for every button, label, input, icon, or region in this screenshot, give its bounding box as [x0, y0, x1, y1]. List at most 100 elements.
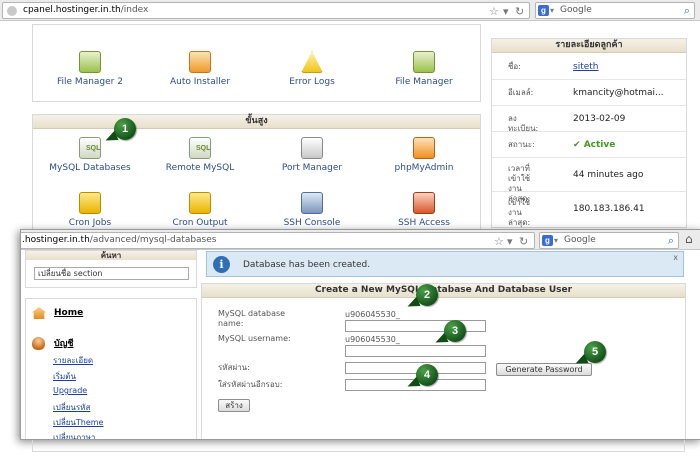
sidebar-item-home[interactable]: Home — [32, 307, 83, 319]
password-label: รหัสผ่าน: — [218, 363, 250, 372]
create-database-form: Create a New MySQL Database And Database… — [201, 283, 686, 439]
ssh-access-icon — [413, 192, 435, 214]
tool-ssh-access[interactable]: SSH Access — [379, 192, 469, 228]
step-badge-4: 4 — [416, 364, 438, 386]
sidebar-search-box: ค้นหา เปลี่ยนชื่อ section — [25, 250, 197, 288]
info-row-last-ip: เข้าใช้งานล่าสุด: 180.183.186.41 — [508, 198, 645, 227]
url-host: .hostinger.in.th — [22, 235, 90, 245]
search-engine-dropdown-icon[interactable]: ▾ — [550, 4, 554, 18]
search-icon[interactable]: ⌕ — [668, 234, 674, 248]
tool-remote-mysql[interactable]: SQL Remote MySQL — [155, 137, 245, 173]
success-alert: i Database has been created. x — [206, 251, 684, 277]
info-row-name: ชื่อ: siteth — [492, 54, 686, 80]
sidebar-link-change-password[interactable]: เปลี่ยนรหัส — [53, 401, 90, 414]
sidebar-link-upgrade[interactable]: Upgrade — [53, 386, 87, 395]
confirm-password-label: ใส่รหัสผ่านอีกรอบ: — [218, 380, 283, 389]
tool-error-logs[interactable]: Error Logs — [267, 51, 357, 87]
user-icon — [32, 336, 45, 350]
file-manager-icon — [79, 51, 101, 73]
dropdown-arrow-icon[interactable]: ▾ — [503, 5, 509, 19]
tool-mysql-databases[interactable]: SQL MySQL Databases — [45, 137, 135, 173]
sidebar: ค้นหา เปลี่ยนชื่อ section Home บัญชี ราย… — [21, 250, 197, 439]
back-address-bar[interactable]: cpanel.hostinger.in.th/index ☆ ▾ ↻ — [2, 2, 530, 19]
step-badge-2: 2 — [416, 284, 438, 306]
section-search-input[interactable]: เปลี่ยนชื่อ section — [34, 267, 189, 280]
sidebar-item-account[interactable]: บัญชี — [32, 336, 74, 350]
info-row-last-access-time: เวลาที่เข้าใช้งานล่าสุด: 44 minutes ago — [492, 158, 686, 203]
favicon-icon — [7, 6, 17, 16]
sidebar-link-change-theme[interactable]: เปลี่ยนTheme — [53, 416, 103, 429]
sidebar-link-getting-started[interactable]: เริ่มต้น — [53, 370, 76, 383]
tool-port-manager[interactable]: Port Manager — [267, 137, 357, 173]
google-logo-icon: g — [538, 5, 549, 16]
tool-file-manager[interactable]: File Manager — [379, 51, 469, 87]
database-icon: SQL — [189, 137, 211, 159]
status-badge: Active — [583, 140, 616, 150]
url-path: /advanced/mysql-databases — [89, 235, 217, 245]
tool-ssh-console[interactable]: SSH Console — [267, 192, 357, 228]
back-search-bar[interactable]: g ▾ Google ⌕ — [535, 2, 695, 19]
username-link[interactable]: siteth — [573, 62, 599, 72]
cron-folder-icon — [189, 192, 211, 214]
step-badge-1: 1 — [114, 118, 136, 140]
url-path: /index — [120, 5, 149, 15]
main-content: i Database has been created. x Create a … — [200, 250, 700, 439]
check-icon: ✔ — [573, 140, 584, 150]
back-browser-toolbar: cpanel.hostinger.in.th/index ☆ ▾ ↻ g ▾ G… — [0, 0, 700, 21]
url-host: cpanel.hostinger.in.th — [23, 5, 121, 15]
home-icon[interactable]: ⌂ — [685, 232, 693, 246]
form-title: Create a New MySQL Database And Database… — [202, 284, 685, 298]
bookmark-star-icon[interactable]: ☆ — [489, 5, 499, 19]
database-icon: SQL — [79, 137, 101, 159]
info-icon: i — [213, 256, 230, 273]
warning-icon — [301, 51, 323, 73]
tool-file-manager-2[interactable]: File Manager 2 — [45, 51, 135, 87]
bookmark-star-icon[interactable]: ☆ — [494, 235, 504, 249]
reload-icon[interactable]: ↻ — [515, 5, 524, 19]
alert-message: Database has been created. — [243, 260, 371, 270]
back-panel-bottom-edge — [32, 440, 685, 452]
customer-info-header: รายละเอียดลูกค้า — [492, 39, 686, 53]
search-engine-dropdown-icon[interactable]: ▾ — [554, 234, 558, 248]
username-prefix: u906045530_ — [345, 335, 400, 344]
info-row-registered: ลงทะเบียน: 2013-02-09 — [492, 106, 686, 133]
tool-cron-output[interactable]: Cron Output — [155, 192, 245, 228]
front-address-bar[interactable]: .hostinger.in.th/advanced/mysql-database… — [21, 232, 535, 249]
db-name-prefix: u906045530_ — [345, 310, 400, 319]
file-manager-icon — [413, 51, 435, 73]
sidebar-search-header: ค้นหา — [26, 251, 196, 260]
search-icon[interactable]: ⌕ — [684, 4, 690, 18]
username-input[interactable] — [345, 345, 486, 357]
advanced-panel: ขั้นสูง SQL MySQL Databases SQL Remote M… — [32, 114, 481, 232]
files-tools-panel: File Manager 2 Auto Installer Error Logs… — [32, 24, 481, 102]
sidebar-link-change-language[interactable]: เปลี่ยนภาษา — [53, 431, 95, 439]
tool-auto-installer[interactable]: Auto Installer — [155, 51, 245, 87]
tool-cron-jobs[interactable]: Cron Jobs — [45, 192, 135, 228]
front-browser-window: .hostinger.in.th/advanced/mysql-database… — [20, 229, 700, 440]
front-search-bar[interactable]: g ▾ Google ⌕ — [539, 232, 679, 249]
info-row-email: อีเมลล์: kmancity@hotmai... — [492, 80, 686, 106]
phpmyadmin-icon — [413, 137, 435, 159]
username-label: MySQL username: — [218, 334, 291, 343]
create-button[interactable]: สร้าง — [218, 399, 250, 412]
house-icon — [32, 307, 46, 319]
port-manager-icon — [301, 137, 323, 159]
sidebar-link-details[interactable]: รายละเอียด — [53, 354, 93, 367]
step-badge-3: 3 — [444, 320, 466, 342]
console-icon — [301, 192, 323, 214]
cron-folder-icon — [79, 192, 101, 214]
auto-installer-icon — [189, 51, 211, 73]
search-placeholder: Google — [564, 235, 596, 245]
sidebar-nav-box: Home บัญชี รายละเอียด เริ่มต้น Upgrade เ… — [25, 298, 197, 439]
db-name-label: MySQL database name: — [218, 309, 286, 328]
google-logo-icon: g — [542, 235, 553, 246]
front-browser-toolbar: .hostinger.in.th/advanced/mysql-database… — [21, 230, 700, 250]
dropdown-arrow-icon[interactable]: ▾ — [507, 235, 513, 249]
tool-phpmyadmin[interactable]: phpMyAdmin — [379, 137, 469, 173]
advanced-panel-header: ขั้นสูง — [33, 115, 480, 129]
info-row-status: สถานะ: ✔ Active — [492, 132, 686, 158]
close-icon[interactable]: x — [673, 253, 678, 262]
reload-icon[interactable]: ↻ — [519, 235, 528, 249]
step-badge-5: 5 — [584, 341, 606, 363]
search-placeholder: Google — [560, 5, 592, 15]
